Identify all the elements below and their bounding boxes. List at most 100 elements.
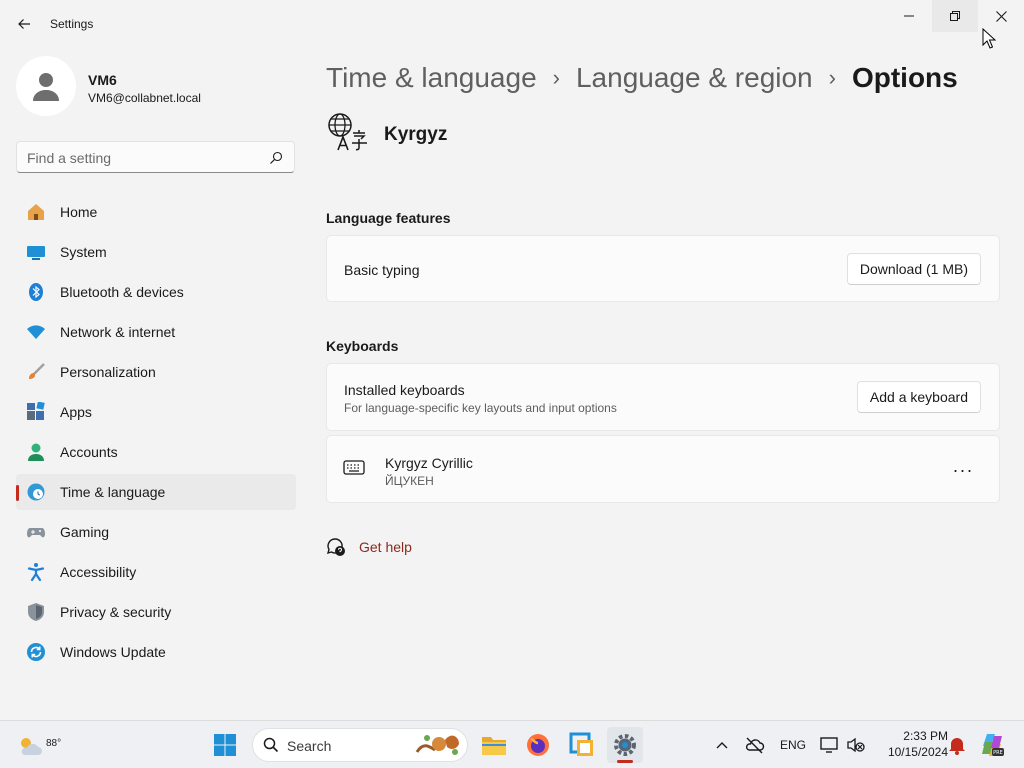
section-title-language-features: Language features: [326, 210, 451, 226]
sidebar-item-label: Bluetooth & devices: [60, 284, 184, 300]
close-icon: [995, 10, 1007, 22]
sidebar-item-privacy[interactable]: Privacy & security: [16, 594, 296, 630]
folder-icon: [482, 737, 506, 755]
sidebar-item-label: System: [60, 244, 107, 260]
network-status-button[interactable]: [737, 727, 773, 763]
page-title: Options: [851, 62, 958, 93]
breadcrumb-language-region[interactable]: Language & region: [576, 62, 813, 94]
sidebar-item-label: Privacy & security: [60, 604, 172, 620]
download-button[interactable]: Download (1 MB): [846, 253, 981, 285]
app-title: Settings: [50, 17, 94, 31]
show-hidden-icons-button[interactable]: [704, 727, 740, 763]
breadcrumb-time-language[interactable]: Time & language: [326, 62, 537, 94]
keyboard-layout: ЙЦУКЕН: [385, 474, 434, 488]
user-avatar-icon: [33, 73, 59, 101]
mouse-cursor-icon: [982, 28, 996, 49]
sidebar-item-label: Personalization: [60, 364, 156, 380]
weather-temperature: 88°: [46, 738, 62, 749]
help-icon: [326, 538, 345, 556]
taskbar: 88° Search ENG 2:33 PM 10/15/2024 PRE: [0, 720, 1024, 768]
sidebar-item-label: Gaming: [60, 524, 110, 540]
volume-status-button[interactable]: [838, 727, 874, 763]
clock-time: 2:33 PM: [903, 729, 948, 743]
update-icon: [26, 642, 46, 662]
sidebar-item-label: Accounts: [60, 444, 118, 460]
minimize-button[interactable]: [886, 0, 932, 32]
bell-icon: [949, 738, 965, 755]
back-button[interactable]: [10, 10, 38, 38]
system-icon: [26, 242, 46, 262]
copilot-button[interactable]: PRE: [974, 727, 1010, 763]
sidebar-item-bluetooth[interactable]: Bluetooth & devices: [16, 274, 296, 310]
back-arrow-icon: [18, 19, 30, 29]
network-icon: [26, 322, 46, 342]
snipping-tool-button[interactable]: [564, 727, 600, 763]
sidebar-item-label: Network & internet: [60, 324, 176, 340]
firefox-button[interactable]: [520, 727, 556, 763]
start-button[interactable]: [207, 727, 243, 763]
brush-icon: [26, 362, 46, 382]
shield-icon: [26, 602, 46, 622]
sidebar-item-accessibility[interactable]: Accessibility: [16, 554, 296, 590]
language-icon: [328, 113, 367, 151]
accounts-icon: [26, 442, 46, 462]
sidebar-item-apps[interactable]: Apps: [16, 394, 296, 430]
home-icon: [26, 202, 46, 222]
snipping-tool-icon: [569, 732, 593, 756]
search-placeholder: Find a setting: [27, 150, 112, 166]
svg-text:PRE: PRE: [993, 750, 1003, 756]
file-explorer-button[interactable]: [476, 727, 512, 763]
sidebar-item-label: Time & language: [60, 484, 166, 500]
settings-gear-icon: [614, 734, 636, 756]
accessibility-icon: [26, 562, 46, 582]
search-icon: [270, 151, 283, 164]
sidebar-item-home[interactable]: Home: [16, 194, 296, 230]
sidebar-item-windows-update[interactable]: Windows Update: [16, 634, 296, 670]
basic-typing-card: Basic typing Download (1 MB): [326, 235, 1000, 302]
user-name: VM6: [88, 72, 117, 88]
sidebar-nav: Home System Bluetooth & devices Network …: [16, 194, 296, 674]
add-keyboard-button[interactable]: Add a keyboard: [856, 381, 981, 413]
sidebar-item-personalization[interactable]: Personalization: [16, 354, 296, 390]
search-input[interactable]: Find a setting: [16, 141, 295, 173]
breadcrumb: Time & language › Language & region › Op…: [326, 58, 958, 98]
language-header: Kyrgyz: [326, 112, 626, 152]
keyboard-item-card: Kyrgyz Cyrillic ЙЦУКЕН ···: [326, 435, 1000, 503]
section-title-keyboards: Keyboards: [326, 338, 399, 354]
taskbar-clock[interactable]: 2:33 PM 10/15/2024: [872, 728, 948, 760]
monitor-icon: [820, 737, 838, 753]
bluetooth-icon: [26, 282, 46, 302]
taskbar-search[interactable]: Search: [252, 728, 468, 762]
get-help-label: Get help: [359, 539, 412, 555]
restore-button[interactable]: [932, 0, 978, 32]
copilot-icon: PRE: [982, 734, 1004, 756]
weather-widget[interactable]: 88°: [16, 729, 61, 761]
installed-keyboards-card: Installed keyboards For language-specifi…: [326, 363, 1000, 431]
language-name: Kyrgyz: [384, 124, 448, 145]
sidebar-item-label: Accessibility: [60, 564, 137, 580]
notifications-button[interactable]: [939, 727, 975, 763]
sidebar-item-network[interactable]: Network & internet: [16, 314, 296, 350]
search-icon: [263, 737, 279, 753]
time-language-icon: [26, 482, 46, 502]
basic-typing-label: Basic typing: [344, 262, 420, 278]
no-internet-icon: [745, 737, 765, 754]
breadcrumb-separator: ›: [552, 65, 560, 90]
more-options-button[interactable]: ···: [949, 458, 977, 482]
sidebar-item-gaming[interactable]: Gaming: [16, 514, 296, 550]
user-profile[interactable]: VM6 VM6@collabnet.local: [16, 56, 296, 120]
keyboard-icon: [343, 460, 365, 475]
sidebar-item-time-language[interactable]: Time & language: [16, 474, 296, 510]
chevron-up-icon: [716, 742, 728, 749]
sidebar-item-label: Home: [60, 204, 98, 220]
sidebar-item-accounts[interactable]: Accounts: [16, 434, 296, 470]
search-highlight-icon: [415, 735, 459, 755]
firefox-icon: [527, 734, 549, 756]
get-help-link[interactable]: Get help: [326, 536, 412, 558]
sidebar-item-system[interactable]: System: [16, 234, 296, 270]
windows-logo-icon: [214, 734, 236, 756]
clock-date: 10/15/2024: [887, 745, 948, 759]
avatar: [16, 56, 76, 116]
input-language-indicator[interactable]: ENG: [780, 738, 806, 752]
settings-taskbar-button[interactable]: [607, 727, 643, 763]
